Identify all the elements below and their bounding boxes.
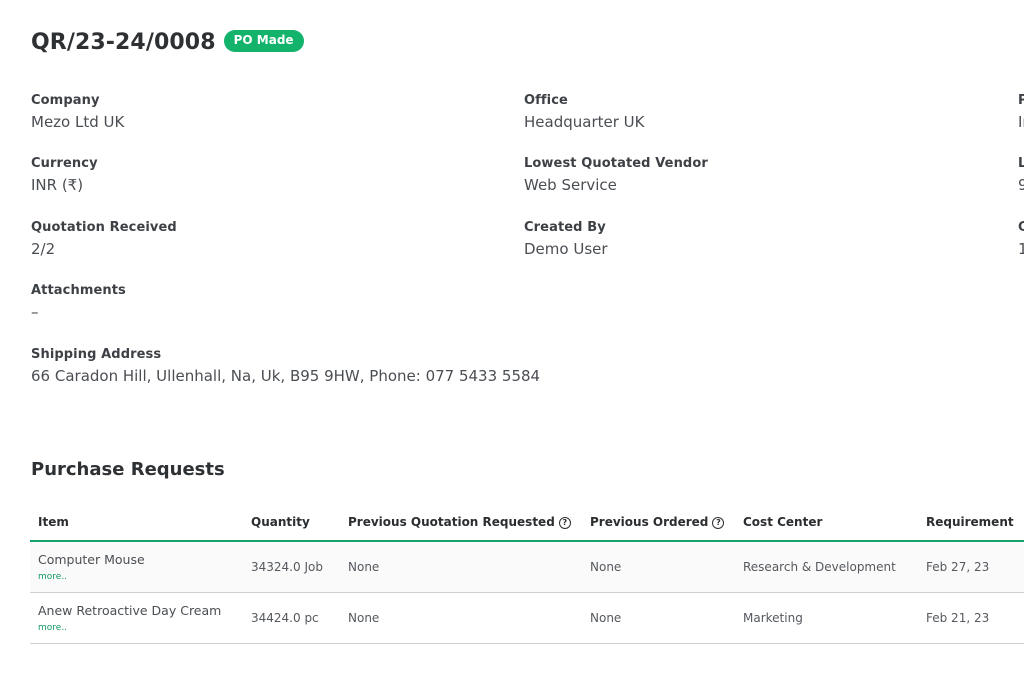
lowest-vendor-label: Lowest Quotated Vendor (524, 156, 708, 171)
attachments-value: – (31, 303, 39, 321)
quotation-received-field: Quotation Received 2/2 (31, 220, 177, 258)
quotation-request-page: QR/23-24/0008 PO Made Company Mezo Ltd U… (0, 0, 1024, 700)
table-row[interactable]: Anew Retroactive Day Cream more.. 34424.… (30, 592, 1024, 644)
more-link[interactable]: more.. (38, 623, 243, 633)
table-row[interactable]: Computer Mouse more.. 34324.0 Job None N… (30, 541, 1024, 593)
cell-cost-center: Research & Development (735, 541, 918, 593)
cell-requirement: Feb 21, 23 (918, 592, 1024, 644)
cell-item: Computer Mouse more.. (30, 541, 243, 593)
attachments-field: Attachments – (31, 283, 126, 321)
office-value: Headquarter UK (524, 113, 645, 131)
cell-item: Anew Retroactive Day Cream more.. (30, 592, 243, 644)
column-header-item[interactable]: Item (30, 504, 243, 542)
quotation-received-label: Quotation Received (31, 220, 177, 235)
currency-field: Currency INR (₹) (31, 156, 98, 194)
item-name[interactable]: Computer Mouse (38, 552, 243, 567)
table-header-row: Item Quantity Previous Quotation Request… (30, 504, 1024, 542)
company-field: Company Mezo Ltd UK (31, 93, 124, 131)
col3-label-1: P (1018, 93, 1024, 108)
lowest-vendor-value: Web Service (524, 176, 617, 194)
column-header-previous-ordered[interactable]: Previous Ordered? (582, 504, 735, 542)
shipping-address-value: 66 Caradon Hill, Ullenhall, Na, Uk, B95 … (31, 367, 541, 385)
col3-field-1: P In (1018, 93, 1024, 131)
purchase-requests-table: Item Quantity Previous Quotation Request… (30, 504, 1024, 644)
office-label: Office (524, 93, 568, 108)
col3-label-2: L (1018, 156, 1024, 171)
shipping-address-field: Shipping Address 66 Caradon Hill, Ullenh… (31, 347, 540, 385)
shipping-address-label: Shipping Address (31, 347, 162, 362)
column-header-quantity[interactable]: Quantity (243, 504, 340, 542)
cell-cost-center: Marketing (735, 592, 918, 644)
more-link[interactable]: more.. (38, 572, 243, 582)
col3-value-2: 9 (1018, 176, 1024, 194)
currency-label: Currency (31, 156, 98, 171)
cell-previous-ordered: None (582, 592, 735, 644)
currency-value: INR (₹) (31, 176, 84, 194)
cell-previous-quotation: None (340, 592, 582, 644)
created-by-label: Created By (524, 220, 606, 235)
office-field: Office Headquarter UK (524, 93, 644, 131)
company-value: Mezo Ltd UK (31, 113, 125, 131)
column-header-cost-center[interactable]: Cost Center (735, 504, 918, 542)
col3-value-1: In (1018, 113, 1024, 131)
cell-quantity: 34324.0 Job (243, 541, 340, 593)
help-icon[interactable]: ? (712, 516, 725, 529)
attachments-label: Attachments (31, 283, 126, 298)
quotation-received-value: 2/2 (31, 240, 56, 258)
company-label: Company (31, 93, 100, 108)
cell-previous-quotation: None (340, 541, 582, 593)
purchase-requests-title: Purchase Requests (31, 459, 225, 480)
col3-label-3: C (1018, 220, 1024, 235)
created-by-field: Created By Demo User (524, 220, 608, 258)
header: QR/23-24/0008 PO Made (31, 29, 304, 55)
cell-quantity: 34424.0 pc (243, 592, 340, 644)
col3-field-2: L 9 (1018, 156, 1024, 194)
lowest-vendor-field: Lowest Quotated Vendor Web Service (524, 156, 708, 194)
col3-field-3: C 1 (1018, 220, 1024, 258)
created-by-value: Demo User (524, 240, 608, 258)
cell-requirement: Feb 27, 23 (918, 541, 1024, 593)
column-header-previous-quotation[interactable]: Previous Quotation Requested? (340, 504, 582, 542)
cell-previous-ordered: None (582, 541, 735, 593)
help-icon[interactable]: ? (558, 516, 571, 529)
status-badge: PO Made (223, 29, 304, 52)
item-name[interactable]: Anew Retroactive Day Cream (38, 603, 243, 618)
page-title: QR/23-24/0008 (31, 30, 216, 55)
col3-value-3: 1 (1018, 240, 1024, 258)
column-header-requirement[interactable]: Requirement (918, 504, 1024, 542)
